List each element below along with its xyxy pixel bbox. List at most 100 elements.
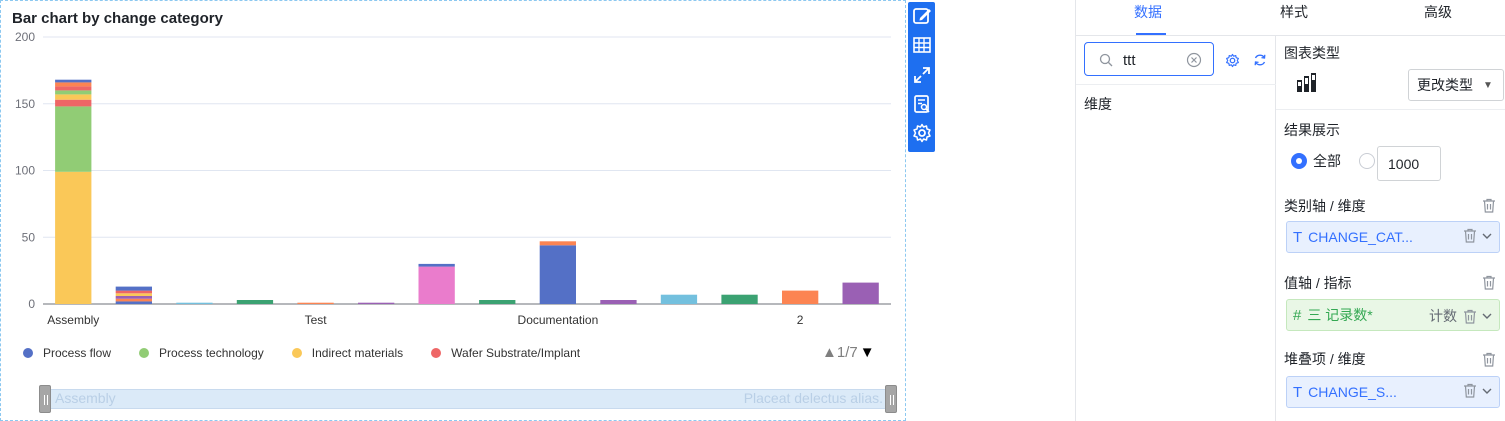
bar-chart[interactable]: 0 50 100 150 200 Assembly Test Documentation 2	[1, 1, 905, 341]
bars[interactable]	[55, 79, 879, 304]
category-axis-label: 类别轴 / 维度	[1284, 198, 1366, 214]
table-icon	[912, 37, 931, 53]
legend-dot	[291, 348, 302, 358]
bar-segment[interactable]	[115, 286, 152, 291]
chevron-down-icon[interactable]	[1481, 385, 1493, 397]
bar-segment[interactable]	[236, 300, 274, 304]
trash-icon[interactable]	[1463, 309, 1477, 324]
clear-icon[interactable]	[1186, 52, 1202, 68]
refresh-icon[interactable]	[1253, 53, 1267, 67]
bar-segment[interactable]	[55, 94, 92, 100]
field-search-input[interactable]	[1121, 50, 1181, 70]
bar-segment[interactable]	[842, 282, 879, 304]
x-axis-labels: Assembly Test Documentation 2	[47, 313, 803, 327]
bar-segment[interactable]	[297, 302, 334, 304]
result-radio-group: 全部	[1291, 151, 1381, 171]
bar-segment[interactable]	[418, 266, 455, 304]
legend-item-indirect-materials[interactable]: Indirect materials	[291, 346, 403, 360]
radio-all[interactable]	[1291, 153, 1307, 169]
fullscreen-button[interactable]	[911, 64, 933, 85]
gear-icon	[912, 124, 931, 143]
aggregation-label[interactable]: 计数	[1429, 306, 1457, 326]
edit-button[interactable]	[911, 5, 933, 26]
change-type-button[interactable]: 更改类型 ▼	[1408, 69, 1504, 101]
tab-advanced[interactable]: 高级	[1424, 2, 1452, 22]
field-settings-icon[interactable]	[1225, 53, 1240, 68]
trash-icon[interactable]	[1463, 383, 1477, 398]
property-panel: 图表类型 更改类型 ▼ 结果展示 全部 类别轴 / 维度 T CHANGE_CA…	[1276, 36, 1505, 421]
value-axis-label: 值轴 / 指标	[1284, 275, 1352, 291]
radio-limit[interactable]	[1359, 153, 1375, 169]
trash-icon[interactable]	[1482, 275, 1496, 290]
value-axis-field-chip[interactable]: # 三 记录数* 计数	[1286, 299, 1500, 331]
zoom-end-handle[interactable]	[885, 385, 897, 413]
bar-segment[interactable]	[660, 294, 698, 304]
bar-segment[interactable]	[115, 290, 152, 294]
bar-segment[interactable]	[418, 263, 455, 267]
bar-segment[interactable]	[55, 99, 92, 107]
tab-data[interactable]: 数据	[1134, 2, 1162, 22]
radio-all-label: 全部	[1313, 153, 1341, 169]
caret-down-icon: ▼	[1483, 79, 1493, 91]
zoom-end-label: Placeat delectus alias.	[743, 390, 883, 406]
bar-segment[interactable]	[721, 294, 758, 304]
bar-segment[interactable]	[782, 290, 819, 304]
data-zoom-slider[interactable]: Assembly Placeat delectus alias.	[39, 385, 897, 413]
stack-field-chip[interactable]: T CHANGE_S...	[1286, 376, 1500, 408]
y-tick-label: 0	[28, 297, 35, 311]
x-tick-label: Assembly	[47, 313, 99, 327]
bar-segment[interactable]	[539, 245, 576, 304]
zoom-start-handle[interactable]	[39, 385, 51, 413]
bar-segment[interactable]	[358, 302, 395, 304]
trash-icon[interactable]	[1463, 228, 1477, 243]
bar-segment[interactable]	[539, 241, 576, 246]
chevron-down-icon[interactable]	[1481, 230, 1493, 242]
chart-type-label: 图表类型	[1284, 45, 1340, 61]
table-view-button[interactable]	[911, 34, 933, 55]
legend-item-wafer-substrate[interactable]: Wafer Substrate/Implant	[431, 346, 580, 360]
legend-dot	[431, 348, 442, 358]
search-icon	[1099, 53, 1113, 67]
bar-segment[interactable]	[55, 106, 92, 172]
bar-segment[interactable]	[115, 296, 152, 299]
bar-segment[interactable]	[479, 300, 516, 304]
legend-page-indicator: 1/7	[836, 344, 858, 361]
legend-page-down-button[interactable]: ▼	[860, 344, 875, 361]
legend-item-process-technology[interactable]: Process technology	[139, 346, 264, 360]
bar-segment[interactable]	[115, 298, 152, 302]
x-tick-label: 2	[797, 313, 804, 327]
bar-segment[interactable]	[600, 300, 637, 304]
text-type-icon: T	[1293, 228, 1303, 246]
bar-segment[interactable]	[115, 301, 152, 304]
legend-dot	[23, 348, 33, 358]
bar-segment[interactable]	[115, 293, 152, 296]
legend-pager: ▲ 1/7 ▼	[822, 344, 875, 361]
view-data-button[interactable]	[911, 93, 933, 114]
divider	[1076, 84, 1276, 85]
bar-segment[interactable]	[55, 82, 92, 87]
category-axis-field-chip[interactable]: T CHANGE_CAT...	[1286, 221, 1500, 253]
bar-segment[interactable]	[176, 302, 213, 304]
legend-item-process-flow[interactable]: Process flow	[23, 346, 111, 360]
x-tick-label: Test	[305, 313, 328, 327]
y-tick-label: 200	[15, 30, 35, 44]
trash-icon[interactable]	[1482, 352, 1496, 367]
field-search-box[interactable]	[1084, 42, 1214, 76]
bar-chart-type-icon[interactable]	[1296, 70, 1322, 94]
trash-icon[interactable]	[1482, 198, 1496, 213]
chip-actions	[1463, 383, 1493, 398]
tab-style[interactable]: 样式	[1280, 2, 1308, 22]
y-tick-label: 50	[22, 230, 36, 244]
number-type-icon: #	[1293, 306, 1302, 324]
text-type-icon: T	[1293, 383, 1303, 401]
legend-page-up-button[interactable]: ▲	[822, 344, 837, 361]
chevron-down-icon[interactable]	[1481, 310, 1493, 322]
bar-segment[interactable]	[55, 90, 92, 95]
bar-segment[interactable]	[55, 86, 92, 91]
bar-segment[interactable]	[55, 171, 92, 304]
chart-panel[interactable]: Bar chart by change category 0 50 100 150 20…	[0, 0, 906, 421]
settings-button[interactable]	[911, 123, 933, 144]
active-tab-indicator	[1136, 33, 1166, 35]
bar-segment[interactable]	[55, 79, 92, 83]
result-limit-input[interactable]	[1377, 146, 1441, 181]
